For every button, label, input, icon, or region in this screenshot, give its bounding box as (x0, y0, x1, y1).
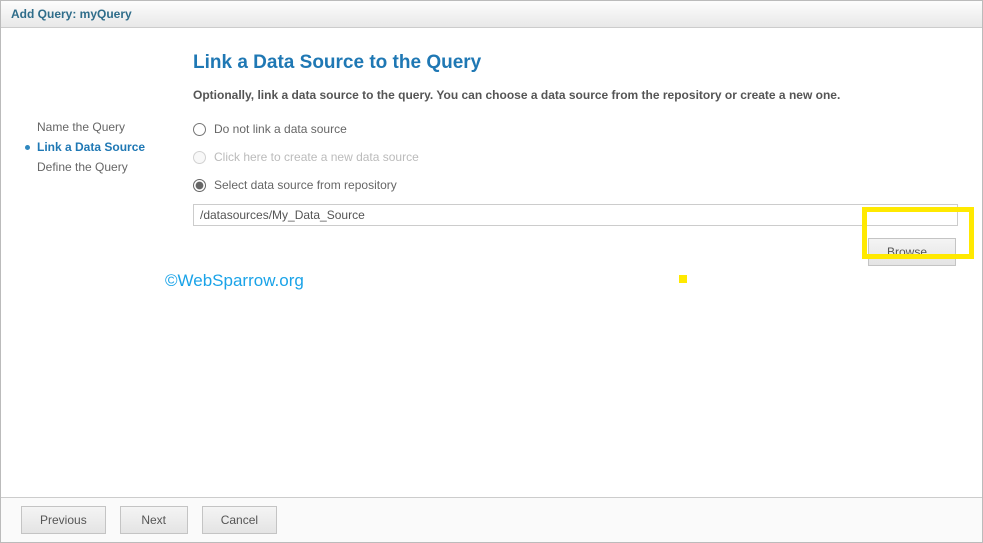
header-title: Add Query: myQuery (11, 7, 132, 21)
radio-label: Click here to create a new data source (214, 150, 419, 164)
browse-row: Browse... (193, 226, 958, 266)
wizard-steps-sidebar: Name the Query Link a Data Source Define… (25, 52, 165, 266)
option-no-link[interactable]: Do not link a data source (193, 122, 958, 136)
option-from-repo[interactable]: Select data source from repository (193, 178, 958, 192)
sidebar-item-label: Define the Query (37, 160, 128, 174)
page-title: Link a Data Source to the Query (193, 52, 958, 74)
radio-from-repo[interactable] (193, 179, 206, 192)
browse-button[interactable]: Browse... (868, 238, 956, 266)
next-button[interactable]: Next (120, 506, 188, 534)
previous-button[interactable]: Previous (21, 506, 106, 534)
page-subtitle: Optionally, link a data source to the qu… (193, 88, 958, 102)
sidebar-item-label: Name the Query (37, 120, 125, 134)
repo-path-input[interactable] (193, 204, 958, 226)
radio-create-new (193, 151, 206, 164)
radio-label: Do not link a data source (214, 122, 347, 136)
cancel-button[interactable]: Cancel (202, 506, 277, 534)
sidebar-item-label: Link a Data Source (37, 140, 145, 154)
watermark-text: ©WebSparrow.org (165, 271, 304, 291)
highlight-dot (679, 275, 687, 283)
content-area: Name the Query Link a Data Source Define… (1, 28, 982, 266)
page-header: Add Query: myQuery (1, 1, 982, 28)
radio-label: Select data source from repository (214, 178, 397, 192)
main-panel: Link a Data Source to the Query Optional… (165, 52, 972, 266)
radio-no-link[interactable] (193, 123, 206, 136)
footer-bar: Previous Next Cancel (1, 497, 982, 542)
sidebar-item-define-query[interactable]: Define the Query (25, 160, 165, 174)
option-create-new: Click here to create a new data source (193, 150, 958, 164)
sidebar-item-name-query[interactable]: Name the Query (25, 120, 165, 134)
sidebar-item-link-data-source[interactable]: Link a Data Source (25, 140, 165, 154)
